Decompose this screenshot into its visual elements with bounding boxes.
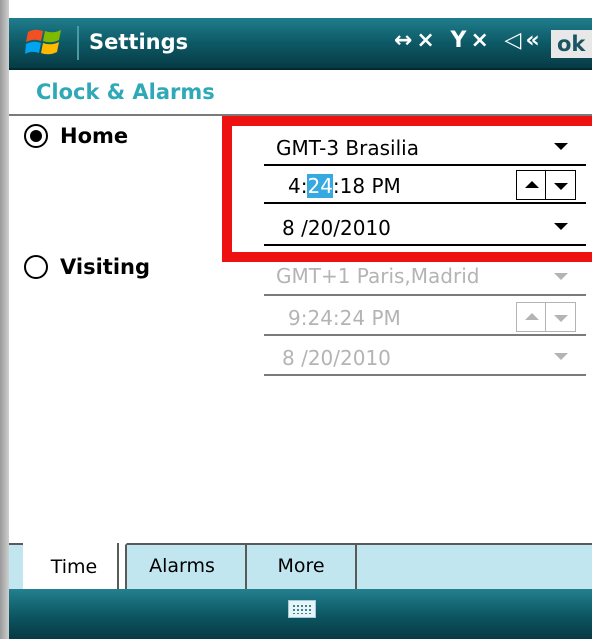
device-frame-edge	[0, 0, 9, 639]
windows-start-icon[interactable]	[25, 26, 63, 60]
softkey-bar	[9, 589, 592, 639]
status-icons[interactable]: ↔× Y× ◁«	[394, 28, 544, 53]
arrow-down-icon	[554, 315, 568, 322]
visiting-date-select: 8 /20/2010	[264, 340, 586, 376]
time-spinner	[516, 302, 578, 332]
tab-more[interactable]: More	[245, 543, 357, 591]
highlight-box	[222, 116, 592, 262]
tab-time[interactable]: Time	[23, 543, 127, 591]
keyboard-icon[interactable]	[288, 600, 316, 618]
chevron-down-icon	[554, 353, 568, 360]
home-label: Home	[60, 124, 129, 148]
tab-strip: Time Alarms More	[9, 543, 592, 591]
home-radio[interactable]: Home	[24, 124, 128, 148]
spin-down-button	[546, 302, 576, 332]
title-bar: Settings ↔× Y× ◁« ok	[9, 18, 592, 70]
arrow-up-icon	[525, 313, 539, 320]
tab-alarms[interactable]: Alarms	[117, 543, 247, 591]
title-separator	[77, 26, 79, 60]
radio-unselected-icon[interactable]	[24, 255, 48, 279]
chevron-down-icon	[554, 273, 568, 280]
radio-selected-icon[interactable]	[24, 124, 48, 148]
visiting-timezone-select: GMT+1 Paris,Madrid	[264, 260, 586, 296]
visiting-date-value: 8 /20/2010	[282, 346, 391, 370]
visiting-time-value: 9:24:24 PM	[288, 306, 401, 330]
visiting-timezone-value: GMT+1 Paris,Madrid	[276, 264, 480, 288]
visiting-label: Visiting	[60, 255, 150, 279]
app-title: Settings	[89, 30, 189, 54]
spin-up-button	[516, 302, 546, 332]
ok-button[interactable]: ok	[551, 30, 592, 58]
visiting-radio[interactable]: Visiting	[24, 255, 150, 279]
page-title: Clock & Alarms	[36, 80, 215, 104]
visiting-time-field: 9:24:24 PM	[264, 300, 586, 336]
